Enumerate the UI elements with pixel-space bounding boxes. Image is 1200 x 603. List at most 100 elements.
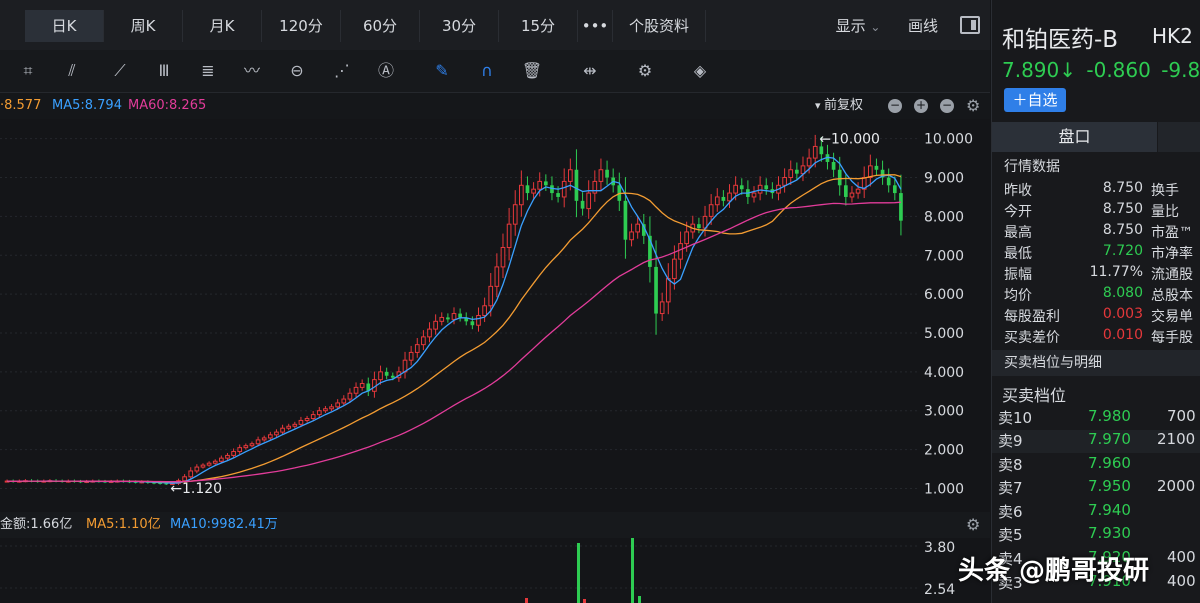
- zoom-out-icon[interactable]: −: [940, 99, 954, 113]
- order-level: 卖7: [998, 479, 1023, 497]
- y-tick-label: 2.000: [924, 443, 964, 459]
- fan-line-icon[interactable]: ⫽: [60, 60, 84, 82]
- candle-body: [506, 223, 512, 248]
- candle-body: [323, 408, 328, 412]
- gear-icon[interactable]: ⚙: [966, 93, 980, 119]
- candle-body: [494, 266, 500, 287]
- candle-body: [243, 445, 249, 449]
- expand-icon[interactable]: ⇹: [578, 60, 602, 82]
- collapse-icon[interactable]: −: [888, 99, 902, 113]
- tab-order-book[interactable]: 盘口: [992, 122, 1157, 152]
- candle-body: [255, 439, 261, 445]
- y-tick-label: 7.000: [924, 248, 964, 264]
- candle-body: [899, 193, 903, 221]
- order-level: 卖5: [998, 526, 1023, 544]
- tab-30min[interactable]: 30分: [420, 10, 499, 42]
- candlestick-chart[interactable]: 10.000 9.000 8.000 7.000 6.000 5.000 4.000 3.00…: [0, 119, 990, 512]
- order-price: 7.970: [1088, 430, 1131, 448]
- adjust-dropdown[interactable]: ▾ 前复权: [815, 93, 863, 119]
- candle-body: [586, 192, 592, 210]
- fibonacci-icon[interactable]: ≣: [196, 60, 220, 82]
- add-watchlist-button[interactable]: ＋自选: [1004, 88, 1066, 112]
- pen-icon[interactable]: ✎: [430, 60, 454, 82]
- candle-body: [886, 177, 891, 186]
- candle-body: [721, 196, 726, 201]
- cycle-icon[interactable]: ⊖: [285, 60, 309, 82]
- order-row[interactable]: 卖6 7.940: [992, 501, 1200, 524]
- trend-line-icon[interactable]: ⟋: [108, 60, 132, 82]
- tab-60min[interactable]: 60分: [341, 10, 420, 42]
- panel-toggle-icon[interactable]: [960, 16, 980, 34]
- order-volume: 700: [1167, 407, 1196, 425]
- drawing-toolbar: ⌗ ⫽ ⟋ Ⅲ ≣ 〰 ⊖ ⋰ Ⓐ ✎ ∩ 🗑 ⇹ ⚙ ◈: [0, 50, 990, 93]
- candle-body: [433, 320, 438, 330]
- tab-day-k[interactable]: 日K: [25, 10, 104, 42]
- quote-label: 最低: [1004, 246, 1032, 262]
- candle-body: [567, 169, 573, 182]
- tab-secondary[interactable]: [1158, 122, 1200, 152]
- gann-icon[interactable]: ⋰: [330, 60, 354, 82]
- vol-tick-label: 3.80: [924, 540, 955, 556]
- stock-code: HK2: [1152, 24, 1193, 48]
- order-level: 卖10: [998, 409, 1033, 427]
- candle-body: [476, 315, 481, 326]
- candle-body: [837, 169, 842, 186]
- candle-body: [335, 402, 341, 408]
- draw-line-button[interactable]: 画线: [896, 10, 950, 42]
- y-tick-label: 6.000: [924, 287, 964, 303]
- candle-body: [580, 200, 585, 209]
- trash-icon[interactable]: 🗑: [520, 60, 544, 82]
- quote-row: 振幅 11.77% 流通股: [992, 264, 1200, 285]
- candle-body: [390, 375, 395, 378]
- volume-bar: [638, 596, 641, 603]
- candle-body: [684, 231, 689, 245]
- gear-icon[interactable]: ⚙: [966, 512, 980, 538]
- quote-extra-label: 流通股: [1151, 267, 1193, 283]
- candle-body: [378, 371, 383, 381]
- order-row[interactable]: 卖5 7.930: [992, 524, 1200, 547]
- tab-120min[interactable]: 120分: [262, 10, 341, 42]
- parallel-lines-icon[interactable]: Ⅲ: [152, 60, 176, 82]
- candle-body: [286, 425, 292, 429]
- volume-bar: [583, 599, 586, 603]
- candle-body: [225, 454, 230, 459]
- magnet-icon[interactable]: ∩: [475, 60, 499, 82]
- candle-body: [623, 200, 628, 240]
- order-row[interactable]: 卖7 7.950 2000: [992, 477, 1200, 500]
- crop-icon[interactable]: ⌗: [16, 60, 40, 82]
- candle-body: [359, 383, 365, 388]
- quote-label: 今开: [1004, 204, 1032, 220]
- tab-company-profile[interactable]: 个股资料: [613, 10, 706, 42]
- candle-body: [782, 177, 787, 186]
- candle-body: [219, 457, 224, 462]
- tab-more[interactable]: •••: [578, 10, 613, 42]
- order-row[interactable]: 卖8 7.960: [992, 454, 1200, 477]
- layers-icon[interactable]: ◈: [688, 60, 712, 82]
- wave-icon[interactable]: 〰: [240, 60, 264, 82]
- zoom-in-icon[interactable]: +: [914, 99, 928, 113]
- y-tick-label: 9.000: [924, 171, 964, 187]
- volume-bar: [525, 598, 528, 603]
- display-label: 显示: [835, 17, 866, 35]
- y-tick-label: 4.000: [924, 365, 964, 381]
- ma5-value: MA5:8.794: [52, 98, 122, 113]
- candle-body: [439, 316, 445, 322]
- tab-week-k[interactable]: 周K: [104, 10, 183, 42]
- tab-15min[interactable]: 15分: [499, 10, 578, 42]
- watermark: 头条 @鹏哥投研: [958, 556, 1150, 586]
- order-volume: 2100: [1157, 430, 1196, 448]
- candle-body: [237, 447, 243, 453]
- candle-body: [659, 301, 665, 315]
- display-dropdown[interactable]: 显示 ⌄: [825, 10, 891, 42]
- quote-value: 8.080: [1102, 285, 1143, 301]
- quote-value: 0.003: [1102, 306, 1143, 322]
- section-title-quote: 行情数据: [1004, 159, 1060, 175]
- low-marker: ←1.120: [170, 481, 222, 497]
- order-row[interactable]: 卖10 7.980 700: [992, 407, 1200, 430]
- text-annotation-icon[interactable]: Ⓐ: [374, 60, 398, 82]
- candle-body: [458, 313, 462, 318]
- settings-icon[interactable]: ⚙: [633, 60, 657, 82]
- tab-month-k[interactable]: 月K: [183, 10, 262, 42]
- order-row[interactable]: 卖9 7.970 2100: [992, 430, 1200, 453]
- candle-body: [446, 317, 450, 320]
